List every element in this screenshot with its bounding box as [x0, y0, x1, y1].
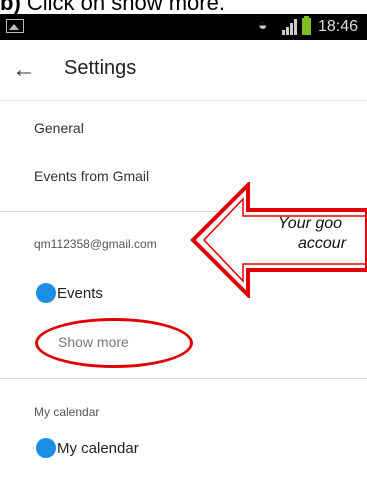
battery-charging-icon	[302, 16, 311, 35]
calendar-color-dot	[36, 283, 56, 303]
section-my-calendar: My calendar	[34, 405, 100, 419]
account-email: qm112358@gmail.com	[34, 237, 157, 251]
status-time: 18:46	[318, 18, 359, 35]
highlight-ellipse	[35, 318, 193, 368]
page-title: Settings	[64, 57, 137, 79]
instruction-caption: b) Click on show more.	[0, 0, 367, 15]
status-bar: ◒ 18:46	[0, 14, 367, 40]
calendar-item-events[interactable]: Events	[57, 285, 103, 302]
caption-text: Click on show more.	[26, 0, 225, 15]
calendar-color-dot	[36, 438, 56, 458]
settings-item-events-from-gmail[interactable]: Events from Gmail	[34, 168, 149, 184]
caption-step: b)	[0, 0, 21, 15]
signal-icon	[282, 19, 297, 35]
wifi-icon: ◒	[258, 17, 268, 34]
callout-line-2: accour	[298, 235, 347, 252]
calendar-item-my-calendar[interactable]: My calendar	[57, 440, 139, 457]
app-bar: ← Settings	[0, 40, 367, 101]
settings-item-general[interactable]: General	[34, 120, 84, 136]
callout-line-1: Your goo	[278, 215, 343, 232]
divider	[0, 378, 367, 379]
image-icon	[6, 19, 24, 33]
callout-text: Your goo accour	[278, 214, 367, 254]
arrow-back-icon[interactable]: ←	[8, 54, 40, 86]
